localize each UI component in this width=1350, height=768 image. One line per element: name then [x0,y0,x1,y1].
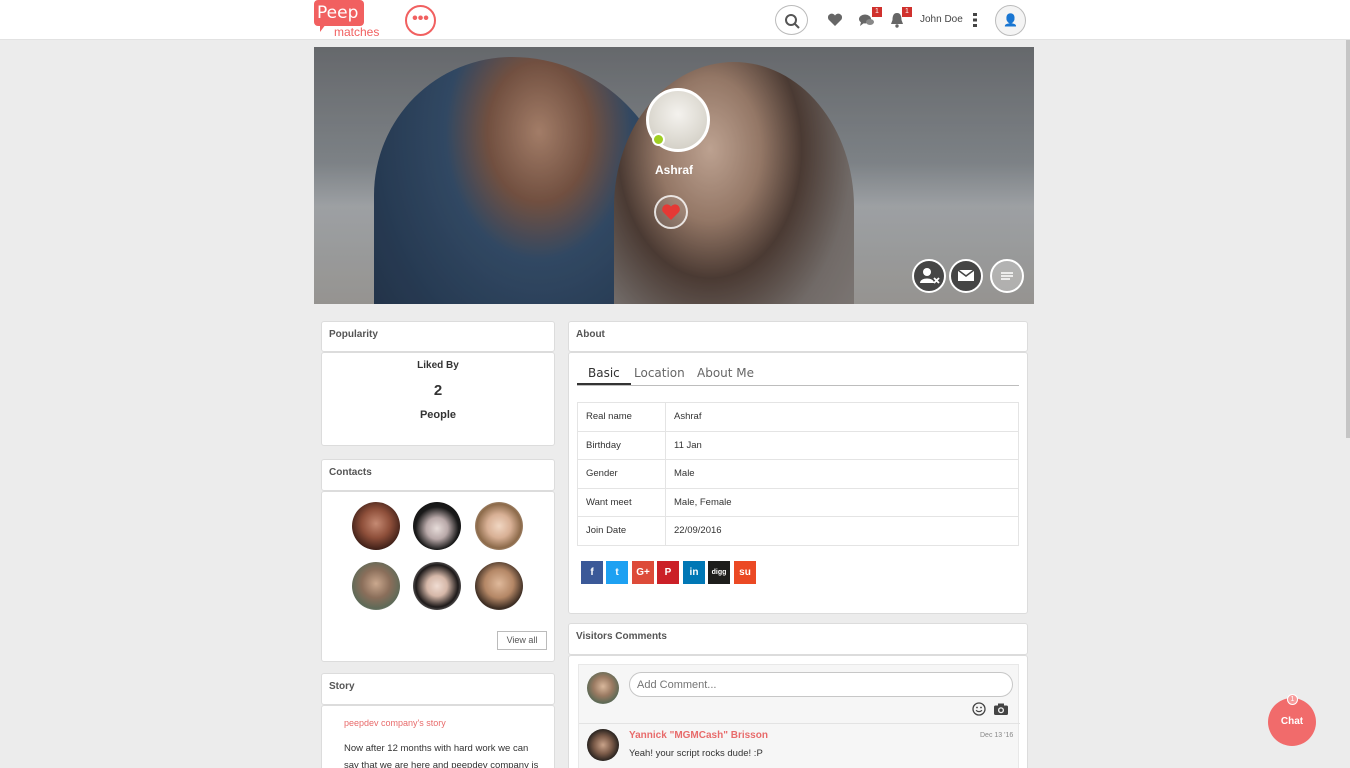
contacts-panel: View all [321,491,555,662]
send-message-button[interactable] [949,259,983,293]
comment-input[interactable] [629,672,1013,697]
logo-mark: Peep [314,0,364,26]
comment-divider [579,723,1020,724]
people-label: People [419,409,457,421]
info-value: Ashraf [665,402,1019,432]
view-all-contacts-button[interactable]: View all [497,631,547,650]
logo-subtitle: matches [334,25,380,39]
contact-avatar[interactable] [475,562,523,610]
info-key: Birthday [577,430,666,460]
tab-location[interactable]: Location [634,366,685,380]
comment-text: Yeah! your script rocks dude! :P [629,748,763,759]
current-user-avatar [587,672,619,704]
chat-button[interactable]: Chat [1268,698,1316,746]
search-icon [785,14,800,29]
messages-badge: 1 [872,7,882,17]
liked-by-label: Liked By [417,360,459,371]
top-navbar: Peep matches ••• 1 1 John Doe 👤 [0,0,1350,40]
like-button[interactable] [654,195,688,229]
tab-basic[interactable]: Basic [577,366,631,385]
story-title: Story [329,681,355,692]
envelope-icon [957,269,975,281]
facebook-share-icon[interactable]: f [581,561,603,584]
logo-tail [320,24,326,32]
page-scrollbar[interactable] [1346,40,1350,438]
basic-info-table: Real name Ashraf Birthday 11 Jan Gender … [577,402,1019,546]
emoji-icon[interactable] [972,702,986,716]
digg-share-icon[interactable]: digg [708,561,730,584]
user-remove-icon [920,268,940,284]
twitter-share-icon[interactable]: t [606,561,628,584]
contact-avatar[interactable] [352,502,400,550]
menu-lines-icon [1001,272,1013,280]
kebab-menu-icon [973,13,977,27]
tab-about-me[interactable]: About Me [697,366,754,380]
contacts-header: Contacts [321,459,555,491]
comment-date: Dec 13 '16 [980,732,1014,739]
about-panel: Basic Location About Me Real name Ashraf… [568,352,1028,614]
comments-panel: Yannick "MGMCash" Brisson Dec 13 '16 Yea… [568,655,1028,768]
favorites-button[interactable] [826,11,844,29]
popularity-panel: Liked By 2 People [321,352,555,446]
linkedin-share-icon[interactable]: in [683,561,705,584]
comments-title: Visitors Comments [576,631,667,642]
table-row: Birthday 11 Jan [577,430,1019,460]
about-title: About [576,329,605,340]
info-key: Join Date [577,516,666,546]
pinterest-share-icon[interactable]: P [657,561,679,584]
info-value: 11 Jan [665,430,1019,460]
heart-icon [827,13,843,26]
info-key: Want meet [577,487,666,517]
profile-options-button[interactable] [990,259,1024,293]
info-key: Gender [577,459,666,489]
profile-cover: Ashraf [314,47,1034,304]
contact-avatar[interactable] [413,562,461,610]
search-button[interactable] [775,5,808,35]
about-header: About [568,321,1028,352]
site-logo[interactable]: Peep matches [314,0,384,40]
story-header: Story [321,673,555,705]
profile-name: Ashraf [654,163,693,177]
block-user-button[interactable] [912,259,946,293]
username-label[interactable]: John Doe [920,14,963,25]
notifications-badge: 1 [902,7,912,17]
info-value: Male [665,459,1019,489]
messages-button[interactable]: 1 [858,7,882,29]
user-menu-button[interactable] [972,12,978,28]
info-key: Real name [577,402,666,432]
comments-box: Yannick "MGMCash" Brisson Dec 13 '16 Yea… [578,664,1020,768]
user-avatar-button[interactable]: 👤 [995,5,1026,36]
table-row: Join Date 22/09/2016 [577,516,1019,546]
commenter-avatar[interactable] [587,729,619,761]
contact-avatar[interactable] [413,502,461,550]
popularity-header: Popularity [321,321,555,352]
online-status-indicator [652,133,665,146]
camera-icon[interactable] [993,702,1009,716]
popularity-title: Popularity [329,329,378,340]
about-tabs: Basic Location About Me [577,363,1019,386]
table-row: Want meet Male, Female [577,487,1019,517]
story-link[interactable]: peepdev company's story [344,718,446,728]
contact-avatar[interactable] [352,562,400,610]
comment-author[interactable]: Yannick "MGMCash" Brisson [629,730,768,741]
contacts-title: Contacts [329,467,372,478]
likes-count: 2 [433,382,443,399]
table-row: Gender Male [577,459,1019,489]
story-text: Now after 12 months with hard work we ca… [344,743,539,768]
notifications-button[interactable]: 1 [888,7,912,29]
contact-avatar[interactable] [475,502,523,550]
heart-icon [662,204,680,220]
info-value: 22/09/2016 [665,516,1019,546]
table-row: Real name Ashraf [577,402,1019,432]
more-menu-button[interactable]: ••• [405,5,436,36]
stumbleupon-share-icon[interactable]: su [734,561,756,584]
story-panel: peepdev company's story Now after 12 mon… [321,705,555,768]
comments-header: Visitors Comments [568,623,1028,655]
google-plus-share-icon[interactable]: G+ [632,561,654,584]
chat-count-badge: 1 [1287,694,1298,705]
info-value: Male, Female [665,487,1019,517]
